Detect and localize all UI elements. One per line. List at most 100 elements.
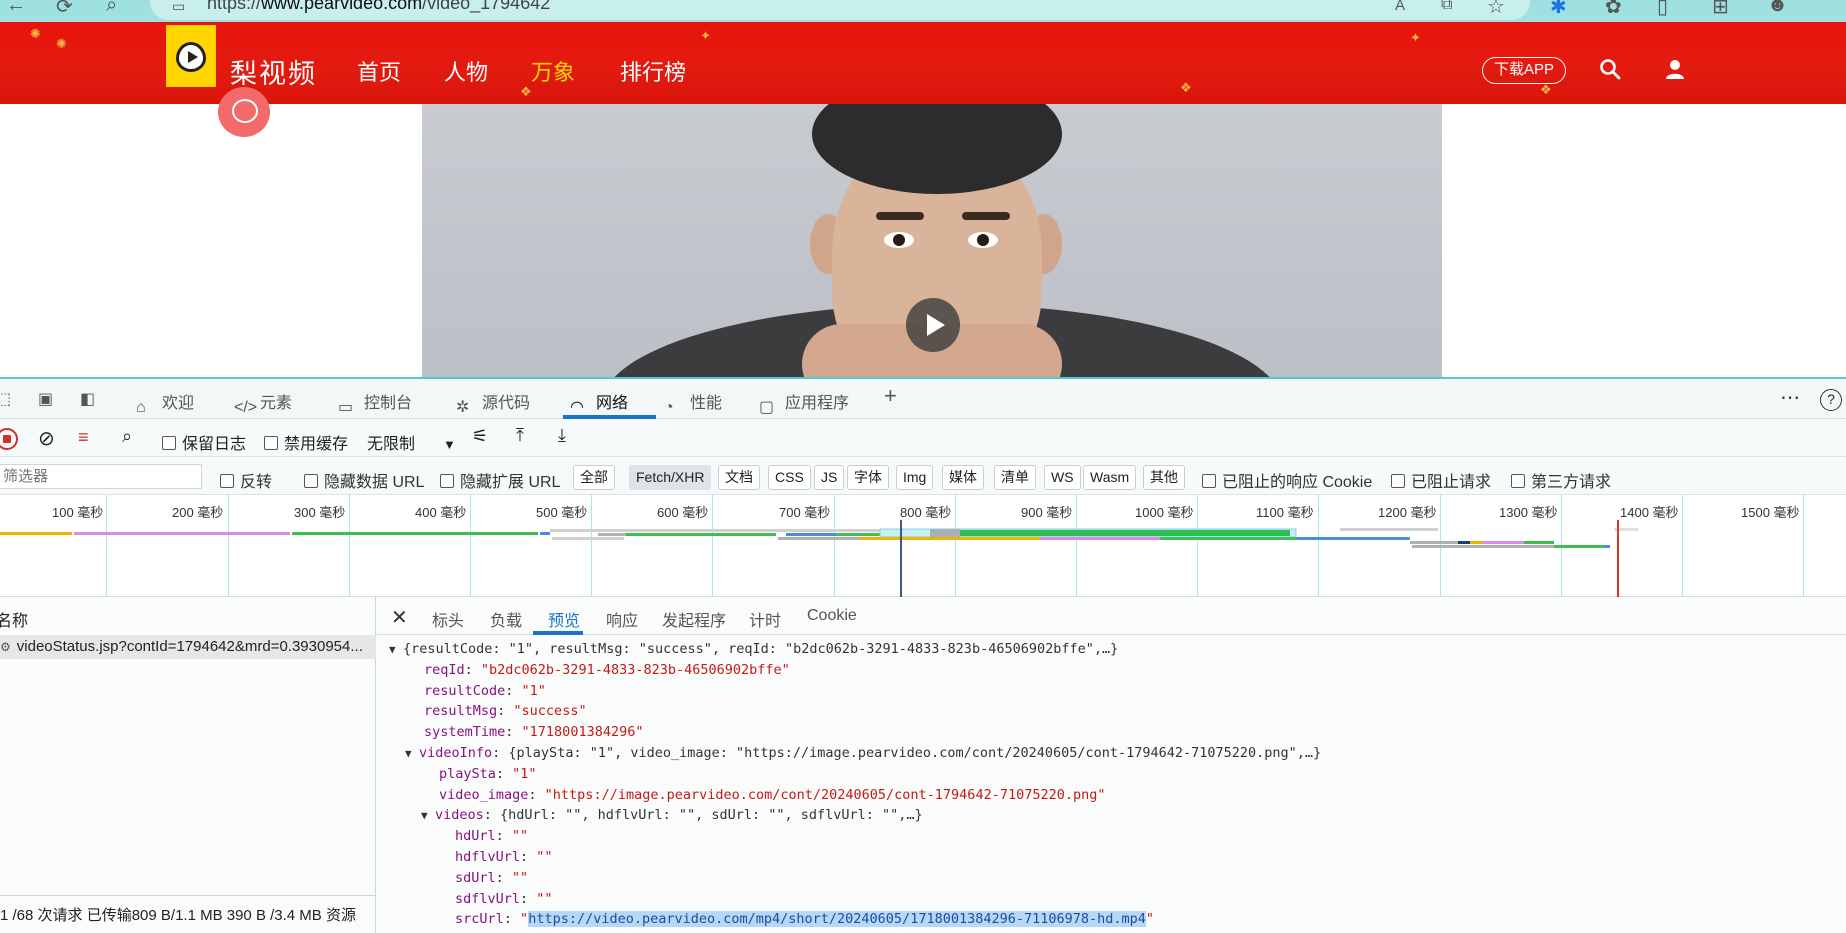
expand-triangle-icon[interactable]: ▼ — [405, 744, 419, 765]
blocked-requests-checkbox[interactable]: 已阻止请求 — [1391, 468, 1491, 492]
upload-har-icon[interactable]: ⤒ — [516, 425, 524, 446]
video-player[interactable] — [422, 104, 1442, 377]
tab-application[interactable]: ▢ 应用程序 — [759, 389, 849, 417]
request-row[interactable]: ⚙ videoStatus.jsp?contId=1794642&mrd=0.39… — [0, 635, 376, 659]
close-icon[interactable]: ✕ — [391, 605, 408, 630]
xhr-icon: ⚙ — [0, 640, 11, 654]
tab-payload[interactable]: 负载 — [490, 607, 522, 631]
profile-icon[interactable]: ☻ — [1767, 0, 1788, 17]
json-row-video-image[interactable]: video_image: "https://image.pearvideo.co… — [439, 785, 1105, 806]
tab-welcome[interactable]: ⌂ 欢迎 — [136, 389, 194, 419]
play-button[interactable] — [906, 298, 960, 352]
site-info-icon[interactable]: ▭ — [172, 0, 185, 15]
filter-type-fetch-xhr[interactable]: Fetch/XHR — [629, 465, 712, 490]
tab-sources[interactable]: ✲ 源代码 — [456, 389, 530, 417]
search-network-icon[interactable]: ⌕ — [122, 426, 132, 447]
json-row-resultmsg[interactable]: resultMsg: "success" — [424, 701, 587, 722]
tab-preview[interactable]: 预览 — [548, 607, 580, 631]
clear-icon[interactable]: ⊘ — [38, 426, 55, 451]
tab-response[interactable]: 响应 — [606, 607, 638, 631]
download-app-button[interactable]: 下载APP — [1482, 57, 1566, 84]
hide-data-url-checkbox[interactable]: 隐藏数据 URL — [304, 468, 424, 492]
more-options-icon[interactable]: ⋯ — [1780, 385, 1800, 410]
filter-type-ws[interactable]: WS — [1044, 465, 1081, 490]
name-column-header[interactable]: 名称 — [0, 607, 28, 631]
blocked-cookies-checkbox[interactable]: 已阻止的响应 Cookie — [1202, 468, 1372, 492]
tab-console[interactable]: ▭ 控制台 — [338, 389, 412, 417]
site-logo-text[interactable]: 梨视频 — [230, 52, 317, 91]
dock-side-icon[interactable]: ◧ — [80, 389, 95, 409]
third-party-checkbox[interactable]: 第三方请求 — [1511, 468, 1611, 492]
filter-type-font[interactable]: 字体 — [847, 465, 889, 490]
json-row-hdflvurl[interactable]: hdflvUrl: "" — [455, 847, 553, 868]
search-icon[interactable] — [1599, 58, 1621, 80]
read-aloud-icon[interactable]: A — [1395, 0, 1405, 14]
site-logo[interactable] — [166, 25, 216, 87]
tab-elements[interactable]: </> 元素 — [234, 389, 292, 419]
network-timeline-overview[interactable]: 100 毫秒 200 毫秒 300 毫秒 400 毫秒 500 毫秒 600 毫… — [0, 495, 1846, 597]
expand-triangle-icon[interactable]: ▼ — [389, 640, 403, 661]
filter-type-wasm[interactable]: Wasm — [1083, 465, 1137, 490]
tab-initiator[interactable]: 发起程序 — [662, 607, 726, 631]
json-row-resultcode[interactable]: resultCode: "1" — [424, 681, 546, 702]
tab-timing[interactable]: 计时 — [749, 607, 781, 631]
filter-type-other[interactable]: 其他 — [1143, 465, 1185, 490]
extension-icon[interactable]: ✱ — [1550, 0, 1567, 19]
url-text[interactable]: https://www.pearvideo.com/video_1794642 — [207, 0, 550, 14]
record-button[interactable] — [0, 428, 18, 450]
json-row-videoinfo[interactable]: ▼ videoInfo: {playSta: "1", video_image: … — [405, 743, 1321, 765]
help-icon[interactable]: ? — [1820, 389, 1842, 411]
translate-icon[interactable]: ⧉ — [1441, 0, 1452, 14]
network-conditions-icon[interactable]: ⚟ — [472, 426, 488, 447]
search-icon[interactable]: ⌕ — [106, 0, 117, 17]
json-row-reqid[interactable]: reqId: "b2dc062b-3291-4833-823b-46506902… — [424, 660, 790, 681]
json-row-sdflvurl[interactable]: sdflvUrl: "" — [455, 889, 553, 910]
filter-type-manifest[interactable]: 清单 — [994, 465, 1036, 490]
refresh-icon[interactable]: ⟳ — [56, 0, 73, 19]
filter-type-doc[interactable]: 文档 — [718, 465, 760, 490]
filter-type-js[interactable]: JS — [814, 465, 845, 490]
json-row-srcurl[interactable]: srcUrl: "https://video.pearvideo.com/mp4… — [455, 909, 1154, 930]
filter-toggle-icon[interactable]: ≡ — [78, 427, 89, 448]
nav-wanxiang[interactable]: 万象 — [531, 55, 575, 87]
split-screen-icon[interactable]: ▯ — [1657, 0, 1668, 19]
user-icon[interactable] — [1664, 58, 1686, 80]
hide-extension-url-checkbox[interactable]: 隐藏扩展 URL — [440, 468, 560, 492]
json-row-systemtime[interactable]: systemTime: "1718001384296" — [424, 722, 643, 743]
throttle-select[interactable]: 无限制 ▼ — [367, 430, 456, 454]
json-row-videos[interactable]: ▼ videos: {hdUrl: "", hdflvUrl: "", sdUrl… — [421, 805, 923, 827]
timeline-bar — [550, 529, 880, 532]
expand-triangle-icon[interactable]: ▼ — [421, 806, 435, 827]
preserve-log-checkbox[interactable]: 保留日志 — [162, 430, 246, 454]
nav-people[interactable]: 人物 — [444, 55, 488, 87]
inspect-element-icon[interactable]: ⬚ — [0, 389, 11, 409]
filter-type-all[interactable]: 全部 — [573, 465, 615, 490]
json-row-playsta[interactable]: playSta: "1" — [439, 764, 537, 785]
favorite-star-icon[interactable]: ☆ — [1487, 0, 1505, 19]
nav-home[interactable]: 首页 — [357, 55, 401, 87]
device-emulation-icon[interactable]: ▣ — [38, 389, 53, 409]
tab-cookies[interactable]: Cookie — [807, 607, 857, 625]
firework-decoration: ❖ — [1540, 82, 1552, 97]
tab-headers[interactable]: 标头 — [432, 607, 464, 631]
filter-type-media[interactable]: 媒体 — [942, 465, 984, 490]
tab-network[interactable]: ◠ 网络 — [570, 389, 628, 417]
collections-icon[interactable]: ⊞ — [1712, 0, 1729, 19]
invert-checkbox[interactable]: 反转 — [220, 468, 272, 492]
filter-type-img[interactable]: Img — [896, 465, 934, 490]
puzzle-icon[interactable]: ✿ — [1605, 0, 1622, 19]
json-root-row[interactable]: ▼ {resultCode: "1", resultMsg: "success",… — [389, 639, 1118, 661]
nav-ranking[interactable]: 排行榜 — [620, 55, 686, 87]
filter-input[interactable] — [0, 464, 202, 489]
srcurl-link[interactable]: https://video.pearvideo.com/mp4/short/20… — [528, 911, 1146, 928]
download-har-icon[interactable]: ⤓ — [558, 425, 566, 446]
json-row-sdurl[interactable]: sdUrl: "" — [455, 868, 528, 889]
add-tab-icon[interactable]: + — [884, 383, 897, 409]
tab-performance[interactable]: ◔ 性能 — [664, 389, 722, 419]
floating-gift-icon[interactable] — [218, 87, 270, 137]
back-icon[interactable]: ← — [6, 0, 26, 17]
filter-type-css[interactable]: CSS — [768, 465, 811, 490]
disable-cache-checkbox[interactable]: 禁用缓存 — [264, 430, 348, 454]
timeline-bar — [626, 533, 776, 536]
json-row-hdurl[interactable]: hdUrl: "" — [455, 826, 528, 847]
